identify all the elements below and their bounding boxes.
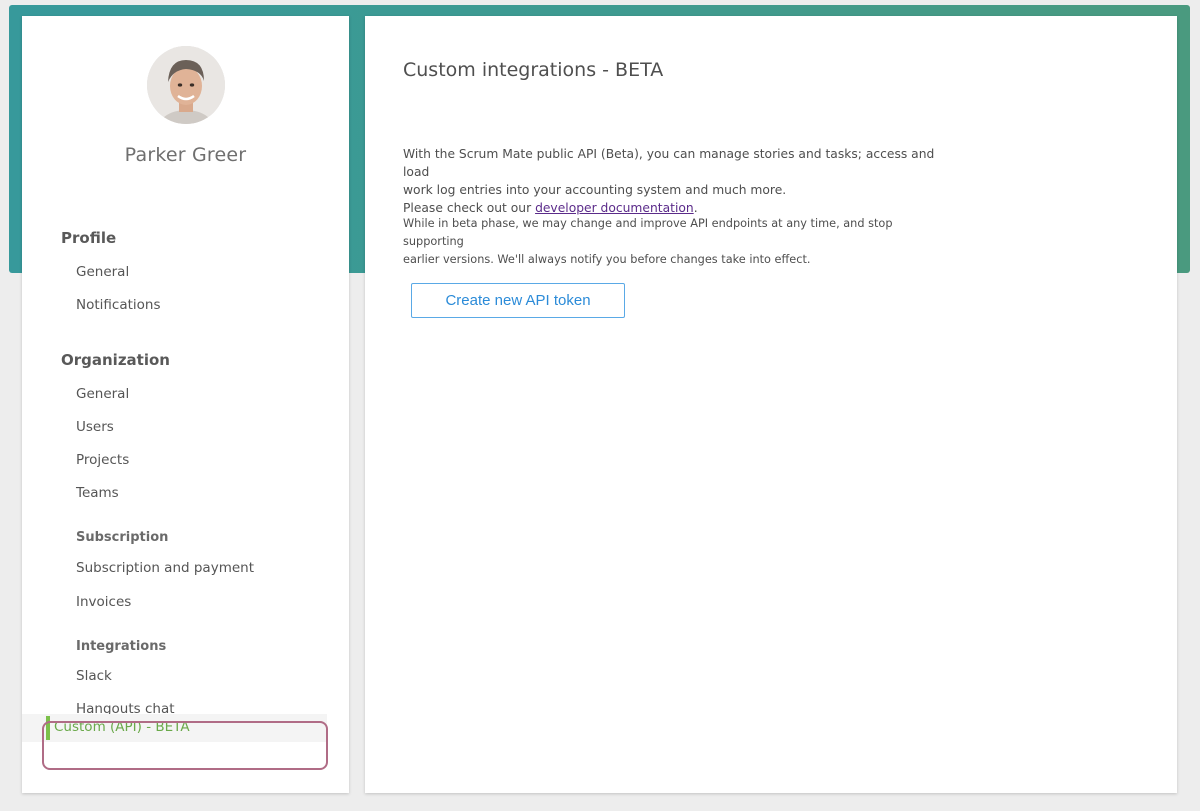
section-profile: Profile <box>61 229 117 247</box>
group-integrations: Integrations <box>76 639 167 654</box>
nav-custom-api-label: Custom (API) - BETA <box>54 719 190 735</box>
user-name: Parker Greer <box>124 144 247 166</box>
beta-notice: While in beta phase, we may change and i… <box>403 215 943 269</box>
intro-text: With the Scrum Mate public API (Beta), y… <box>403 145 943 217</box>
nav-invoices[interactable]: Invoices <box>76 594 131 610</box>
active-indicator <box>46 716 50 740</box>
main-panel: Custom integrations - BETA With the Scru… <box>365 16 1177 793</box>
nav-teams[interactable]: Teams <box>76 485 119 501</box>
intro-line-1: With the Scrum Mate public API (Beta), y… <box>403 147 935 179</box>
developer-docs-link[interactable]: developer documentation <box>535 201 694 215</box>
nav-users[interactable]: Users <box>76 419 114 435</box>
section-organization: Organization <box>61 351 170 369</box>
nav-custom-api[interactable]: Custom (API) - BETA <box>22 714 327 742</box>
create-api-token-button[interactable]: Create new API token <box>411 283 625 318</box>
nav-slack[interactable]: Slack <box>76 668 112 684</box>
nav-notifications[interactable]: Notifications <box>76 297 161 313</box>
nav-subscription-payment[interactable]: Subscription and payment <box>76 560 254 576</box>
nav-projects[interactable]: Projects <box>76 452 129 468</box>
intro-line-2: work log entries into your accounting sy… <box>403 183 787 197</box>
nav-profile-general[interactable]: General <box>76 264 129 280</box>
group-subscription: Subscription <box>76 530 169 545</box>
avatar[interactable] <box>147 46 225 124</box>
avatar-photo <box>147 46 225 124</box>
nav-organization-general[interactable]: General <box>76 386 129 402</box>
settings-sidebar: Parker Greer Profile General Notificatio… <box>22 16 349 793</box>
beta-line-1: While in beta phase, we may change and i… <box>403 217 893 248</box>
beta-line-2: earlier versions. We'll always notify yo… <box>403 253 811 266</box>
page-title: Custom integrations - BETA <box>403 59 664 81</box>
intro-prefix: Please check out our <box>403 201 536 215</box>
intro-suffix: . <box>693 201 698 215</box>
